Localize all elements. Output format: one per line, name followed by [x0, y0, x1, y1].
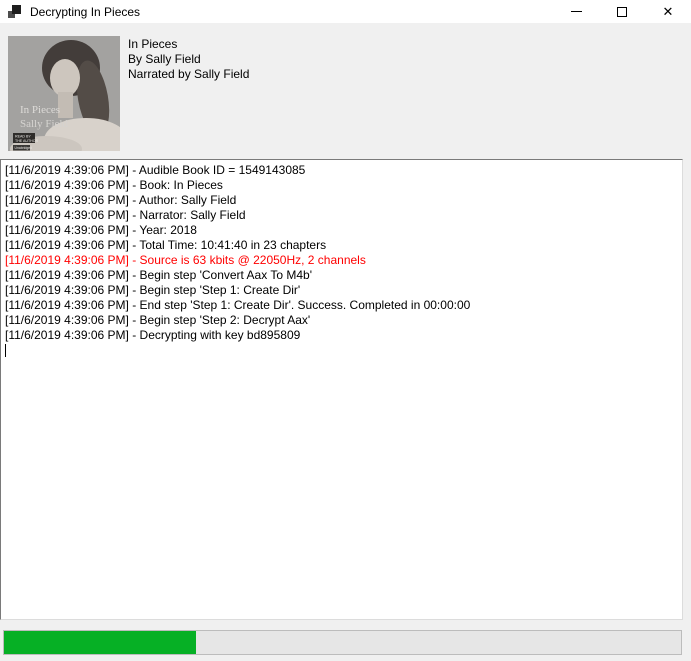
log-line: [11/6/2019 4:39:06 PM] - Source is 63 kb… [5, 253, 678, 268]
text-caret [5, 344, 6, 357]
minimize-icon [571, 11, 582, 12]
maximize-button[interactable] [599, 0, 645, 23]
app-icon[interactable] [8, 5, 21, 18]
close-button[interactable]: ✕ [645, 0, 691, 23]
maximize-icon [617, 7, 627, 17]
cover-author-text: Sally Field [20, 118, 68, 130]
book-info: In Pieces By Sally Field Narrated by Sal… [128, 37, 249, 82]
window-title: Decrypting In Pieces [30, 5, 140, 19]
book-cover-image: In Pieces Sally Field READ BY THE AUTHOR… [8, 36, 120, 151]
app-icon-square-large [12, 5, 21, 14]
log-line: [11/6/2019 4:39:06 PM] - Begin step 'Ste… [5, 313, 678, 328]
log-area[interactable]: [11/6/2019 4:39:06 PM] - Audible Book ID… [0, 159, 683, 620]
book-author: By Sally Field [128, 52, 249, 67]
caret-line [5, 343, 678, 358]
progress-fill [4, 631, 196, 654]
log-line: [11/6/2019 4:39:06 PM] - Narrator: Sally… [5, 208, 678, 223]
progress-bar [3, 630, 682, 655]
log-line: [11/6/2019 4:39:06 PM] - Author: Sally F… [5, 193, 678, 208]
log-line: [11/6/2019 4:39:06 PM] - Audible Book ID… [5, 163, 678, 178]
log-line: [11/6/2019 4:39:06 PM] - Year: 2018 [5, 223, 678, 238]
log-line: [11/6/2019 4:39:06 PM] - Decrypting with… [5, 328, 678, 343]
log-line: [11/6/2019 4:39:06 PM] - Book: In Pieces [5, 178, 678, 193]
title-bar[interactable]: Decrypting In Pieces ✕ [0, 0, 691, 23]
cover-edition-text: Unabridged [15, 146, 33, 150]
book-title: In Pieces [128, 37, 249, 52]
minimize-button[interactable] [553, 0, 599, 23]
log-line: [11/6/2019 4:39:06 PM] - Begin step 'Con… [5, 268, 678, 283]
log-line: [11/6/2019 4:39:06 PM] - Total Time: 10:… [5, 238, 678, 253]
cover-title-text: In Pieces [20, 104, 60, 116]
app-window: Decrypting In Pieces ✕ In Pieces Sally F… [0, 0, 691, 661]
log-line: [11/6/2019 4:39:06 PM] - End step 'Step … [5, 298, 678, 313]
close-icon: ✕ [663, 5, 674, 18]
log-line: [11/6/2019 4:39:06 PM] - Begin step 'Ste… [5, 283, 678, 298]
window-controls: ✕ [553, 0, 691, 23]
book-narrator: Narrated by Sally Field [128, 67, 249, 82]
cover-badge-line2: THE AUTHOR [15, 139, 39, 143]
